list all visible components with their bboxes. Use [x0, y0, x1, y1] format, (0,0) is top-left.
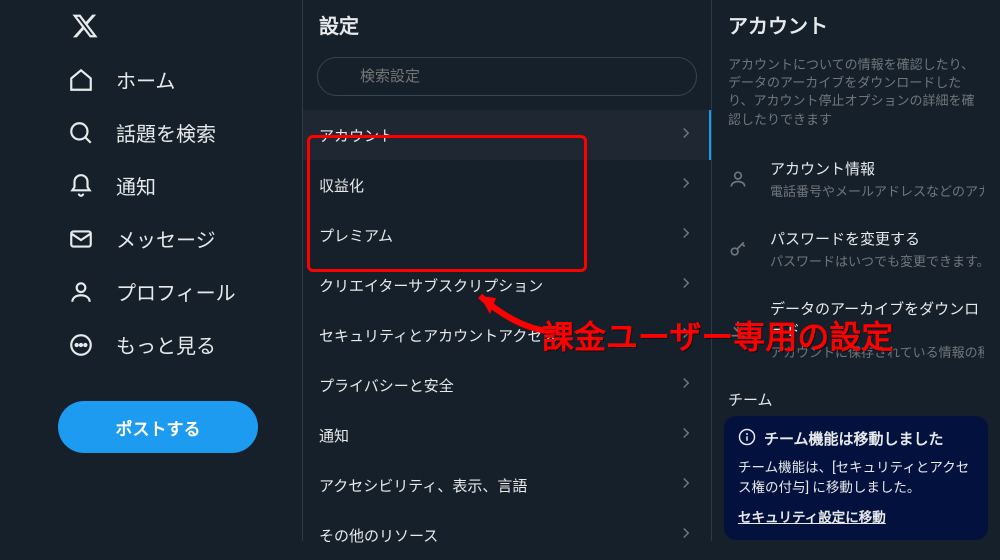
team-moved-banner: チーム機能は移動しました チーム機能は、[セキュリティとアクセス権の付与] に移… [724, 416, 988, 540]
home-icon [68, 67, 94, 93]
nav-label: 通知 [116, 171, 156, 200]
person-icon [68, 279, 94, 305]
account-title: アカウント [712, 0, 1000, 51]
more-icon [68, 332, 94, 358]
chevron-right-icon [677, 124, 695, 146]
envelope-icon [68, 226, 94, 252]
chevron-right-icon [677, 474, 695, 496]
settings-item-label: アクセシビリティ、表示、言語 [319, 475, 527, 496]
team-heading: チーム [712, 375, 1000, 410]
settings-item-label: その他のリソース [319, 525, 438, 546]
key-icon [728, 239, 748, 259]
settings-item-label: 収益化 [319, 175, 364, 196]
nav-messages[interactable]: メッセージ [58, 212, 302, 265]
bell-icon [68, 173, 94, 199]
settings-title: 設定 [303, 0, 711, 51]
settings-item-other-resources[interactable]: その他のリソース [303, 510, 711, 560]
nav-label: メッセージ [116, 224, 216, 253]
detail-title: パスワードを変更する [770, 228, 984, 249]
settings-item-label: プライバシーと安全 [319, 375, 454, 396]
settings-item-label: プレミアム [319, 225, 393, 246]
nav-label: もっと見る [116, 330, 216, 359]
settings-item-notifications[interactable]: 通知 [303, 410, 711, 460]
nav-label: プロフィール [116, 277, 236, 306]
chevron-right-icon [677, 274, 695, 296]
settings-item-label: セキュリティとアカウントアクセス [319, 325, 557, 346]
search-wrap [303, 51, 711, 110]
settings-item-label: 通知 [319, 425, 349, 446]
nav-profile[interactable]: プロフィール [58, 265, 302, 318]
change-password-item[interactable]: パスワードを変更する パスワードはいつでも変更できます。 [712, 214, 1000, 284]
info-icon [738, 428, 756, 450]
left-nav: ホーム 話題を検索 通知 メッセージ プロフィール もっと見る ポストする [0, 0, 302, 541]
settings-search-input[interactable] [317, 57, 697, 96]
account-info-item[interactable]: アカウント情報 電話番号やメールアドレスなどのアカウント情報を確認できます。 [712, 144, 1000, 214]
x-logo[interactable] [64, 5, 106, 47]
settings-item-label: クリエイターサブスクリプション [319, 275, 543, 296]
person-icon [728, 169, 748, 189]
settings-item-creator-subscriptions[interactable]: クリエイターサブスクリプション [303, 260, 711, 310]
detail-sub: パスワードはいつでも変更できます。 [770, 251, 984, 270]
chevron-right-icon [677, 524, 695, 546]
security-settings-link[interactable]: セキュリティ設定に移動 [738, 506, 886, 526]
chevron-right-icon [677, 174, 695, 196]
chevron-right-icon [677, 224, 695, 246]
settings-column: 設定 アカウント 収益化 プレミアム クリエイターサブスクリプション セキュ [302, 0, 712, 541]
post-button[interactable]: ポストする [58, 401, 258, 453]
settings-item-account[interactable]: アカウント [303, 110, 711, 160]
nav-explore[interactable]: 話題を検索 [58, 106, 302, 159]
detail-sub: 電話番号やメールアドレスなどのアカウント情報を確認できます。 [770, 181, 984, 200]
chevron-right-icon [677, 424, 695, 446]
banner-title: チーム機能は移動しました [764, 428, 944, 449]
account-detail-column: アカウント アカウントについての情報を確認したり、データのアーカイブをダウンロー… [712, 0, 1000, 541]
download-icon [728, 319, 748, 339]
account-description: アカウントについての情報を確認したり、データのアーカイブをダウンロードしたり、ア… [712, 51, 1000, 144]
detail-title: データのアーカイブをダウンロード [770, 298, 984, 340]
nav-notifications[interactable]: 通知 [58, 159, 302, 212]
nav-label: ホーム [116, 65, 175, 94]
settings-item-monetization[interactable]: 収益化 [303, 160, 711, 210]
settings-item-label: アカウント [319, 125, 394, 146]
detail-title: アカウント情報 [770, 158, 984, 179]
chevron-right-icon [677, 324, 695, 346]
nav-label: 話題を検索 [116, 118, 216, 147]
settings-item-security-access[interactable]: セキュリティとアカウントアクセス [303, 310, 711, 360]
download-archive-item[interactable]: データのアーカイブをダウンロード アカウントに保存されている情報の種類を確認でき… [712, 284, 1000, 375]
banner-body: チーム機能は、[セキュリティとアクセス権の付与] に移動しました。 [738, 456, 974, 496]
settings-item-premium[interactable]: プレミアム [303, 210, 711, 260]
nav-more[interactable]: もっと見る [58, 318, 302, 371]
settings-item-accessibility-display-language[interactable]: アクセシビリティ、表示、言語 [303, 460, 711, 510]
nav-home[interactable]: ホーム [58, 53, 302, 106]
search-icon [68, 120, 94, 146]
chevron-right-icon [677, 374, 695, 396]
detail-sub: アカウントに保存されている情報の種類を確認できます。 [770, 342, 984, 361]
settings-item-privacy-safety[interactable]: プライバシーと安全 [303, 360, 711, 410]
